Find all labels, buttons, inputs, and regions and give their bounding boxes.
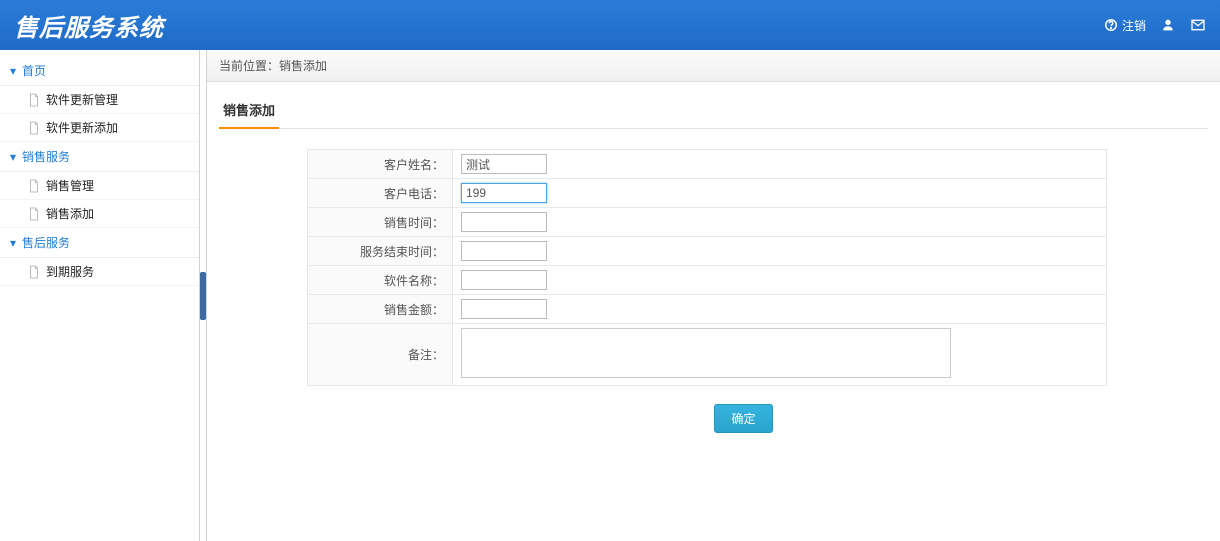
breadcrumb: 当前位置：销售添加 [207, 50, 1220, 82]
nav-item-expire-service[interactable]: 到期服务 [0, 258, 199, 286]
nav-item-sales-manage[interactable]: 销售管理 [0, 172, 199, 200]
caret-down-icon: ▾ [10, 236, 16, 250]
splitter [200, 50, 206, 541]
label-customer-phone: 客户电话： [308, 179, 453, 208]
input-sale-amount[interactable] [461, 299, 547, 319]
breadcrumb-current: 销售添加 [279, 59, 327, 73]
document-icon [28, 93, 40, 107]
main-content: 当前位置：销售添加 销售添加 客户姓名： 客户电话： 销售时间： [206, 50, 1220, 541]
input-customer-name[interactable] [461, 154, 547, 174]
submit-row: 确定 [307, 386, 1180, 451]
form-row-customer-name: 客户姓名： [308, 150, 1107, 179]
label-customer-name: 客户姓名： [308, 150, 453, 179]
nav-item-label: 销售添加 [46, 205, 94, 222]
app-title: 售后服务系统 [14, 8, 164, 43]
tab-bar: 销售添加 [207, 82, 1220, 129]
breadcrumb-prefix: 当前位置： [219, 59, 279, 73]
nav-item-label: 销售管理 [46, 177, 94, 194]
input-service-end-time[interactable] [461, 241, 547, 261]
document-icon [28, 265, 40, 279]
header-actions: 注销 [1104, 17, 1206, 34]
label-sale-amount: 销售金额： [308, 295, 453, 324]
input-customer-phone[interactable] [461, 183, 547, 203]
document-icon [28, 207, 40, 221]
nav-item-label: 软件更新管理 [46, 91, 118, 108]
mail-icon[interactable] [1190, 17, 1206, 33]
layout: ▾ 首页 软件更新管理 软件更新添加 ▾ 销售服务 销售管理 [0, 50, 1220, 541]
caret-down-icon: ▾ [10, 64, 16, 78]
form-row-service-end-time: 服务结束时间： [308, 237, 1107, 266]
logout-button[interactable]: 注销 [1104, 17, 1146, 34]
form-row-customer-phone: 客户电话： [308, 179, 1107, 208]
nav-group-aftersales[interactable]: ▾ 售后服务 [0, 228, 199, 258]
textarea-remark[interactable] [461, 328, 951, 378]
nav-item-software-update-add[interactable]: 软件更新添加 [0, 114, 199, 142]
logout-label: 注销 [1122, 17, 1146, 34]
form-row-remark: 备注： [308, 324, 1107, 386]
nav-item-label: 软件更新添加 [46, 119, 118, 136]
label-software-name: 软件名称： [308, 266, 453, 295]
nav-item-software-update-manage[interactable]: 软件更新管理 [0, 86, 199, 114]
nav-group-sales[interactable]: ▾ 销售服务 [0, 142, 199, 172]
nav-group-label: 首页 [22, 62, 46, 79]
label-remark: 备注： [308, 324, 453, 386]
form-row-sale-time: 销售时间： [308, 208, 1107, 237]
form-table: 客户姓名： 客户电话： 销售时间： 服务结束时间： 软件名称： [307, 149, 1107, 386]
help-icon [1104, 18, 1118, 32]
app-header: 售后服务系统 注销 [0, 0, 1220, 50]
user-icon[interactable] [1160, 17, 1176, 33]
sidebar: ▾ 首页 软件更新管理 软件更新添加 ▾ 销售服务 销售管理 [0, 50, 200, 541]
submit-button[interactable]: 确定 [714, 404, 772, 433]
splitter-handle[interactable] [200, 272, 206, 320]
nav-group-home[interactable]: ▾ 首页 [0, 56, 199, 86]
form-wrap: 客户姓名： 客户电话： 销售时间： 服务结束时间： 软件名称： [207, 129, 1220, 471]
form-row-software-name: 软件名称： [308, 266, 1107, 295]
label-sale-time: 销售时间： [308, 208, 453, 237]
caret-down-icon: ▾ [10, 150, 16, 164]
tab-sales-add[interactable]: 销售添加 [219, 94, 279, 129]
document-icon [28, 121, 40, 135]
input-sale-time[interactable] [461, 212, 547, 232]
form-row-sale-amount: 销售金额： [308, 295, 1107, 324]
nav-group-label: 售后服务 [22, 234, 70, 251]
nav-item-sales-add[interactable]: 销售添加 [0, 200, 199, 228]
label-service-end-time: 服务结束时间： [308, 237, 453, 266]
nav-group-label: 销售服务 [22, 148, 70, 165]
nav-item-label: 到期服务 [46, 263, 94, 280]
input-software-name[interactable] [461, 270, 547, 290]
document-icon [28, 179, 40, 193]
